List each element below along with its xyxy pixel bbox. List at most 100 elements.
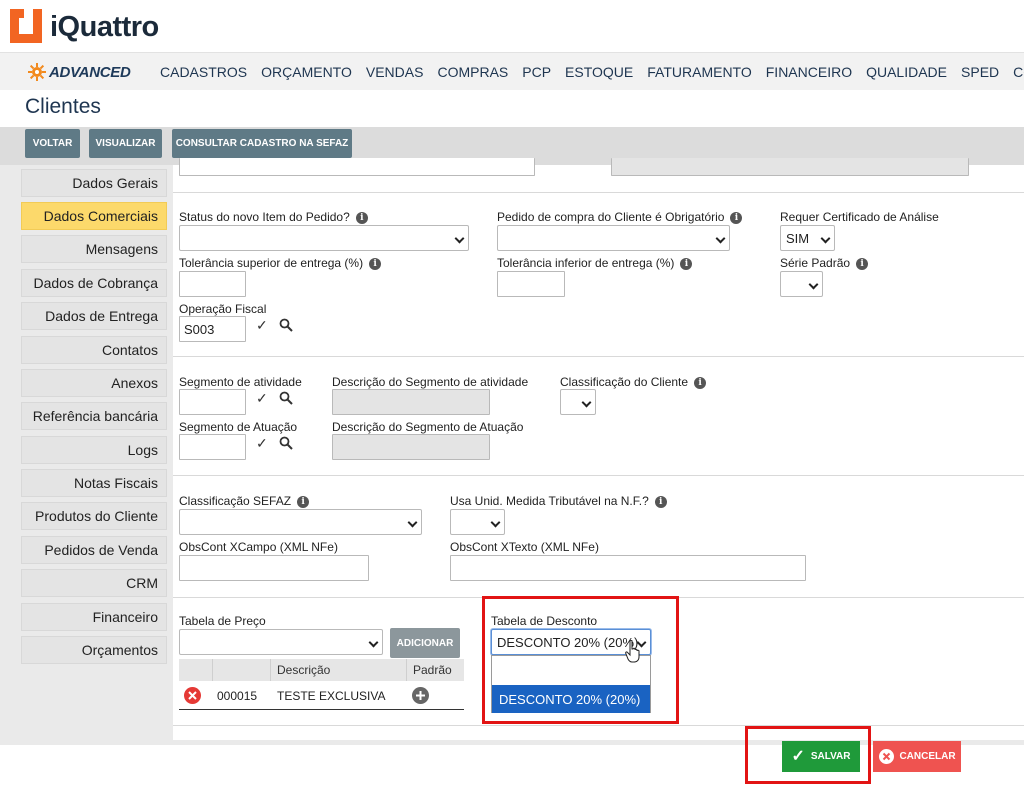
cancel-label: CANCELAR <box>899 751 956 762</box>
table-row: 000015 TESTE EXCLUSIVA <box>179 681 464 710</box>
desc-segmento-label: Descrição do Segmento de atividade <box>332 375 529 389</box>
obs-xtexto-input[interactable] <box>450 555 806 581</box>
classificacao-sefaz-label: Classificação SEFAZ i <box>179 494 310 508</box>
pedido-obrigatorio-select[interactable] <box>497 225 730 251</box>
search-icon[interactable] <box>279 391 293 405</box>
sidebar-item-orcamentos[interactable]: Orçamentos <box>21 636 167 664</box>
info-icon[interactable]: i <box>680 258 693 270</box>
info-icon[interactable]: i <box>730 212 743 224</box>
sidebar-item-dados-gerais[interactable]: Dados Gerais <box>21 169 167 197</box>
nav-faturamento[interactable]: FATURAMENTO <box>647 64 752 80</box>
certificado-select[interactable]: SIM <box>780 225 835 251</box>
sidebar-item-pedidos-venda[interactable]: Pedidos de Venda <box>21 536 167 564</box>
tolerancia-superior-label: Tolerância superior de entrega (%) i <box>179 256 382 270</box>
info-icon[interactable]: i <box>654 496 667 508</box>
unid-tributavel-label: Usa Unid. Medida Tributável na N.F.? i <box>450 494 667 508</box>
sidebar-item-dados-cobranca[interactable]: Dados de Cobrança <box>21 269 167 297</box>
sidebar-item-crm[interactable]: CRM <box>21 569 167 597</box>
info-icon[interactable]: i <box>856 258 869 270</box>
nav-orcamento[interactable]: ORÇAMENTO <box>261 64 352 80</box>
gear-icon <box>28 63 46 81</box>
nav-sped[interactable]: SPED <box>961 64 999 80</box>
serie-padrao-select[interactable] <box>780 271 823 297</box>
nav-conf[interactable]: CONF <box>1013 64 1024 80</box>
sidebar-item-dados-comerciais[interactable]: Dados Comerciais <box>21 202 167 230</box>
nav-qualidade[interactable]: QUALIDADE <box>866 64 947 80</box>
nav-estoque[interactable]: ESTOQUE <box>565 64 633 80</box>
table-header-cell <box>213 659 271 681</box>
sidebar-item-produtos-cliente[interactable]: Produtos do Cliente <box>21 502 167 530</box>
cancel-icon <box>879 749 895 764</box>
tolerancia-inferior-label: Tolerância inferior de entrega (%) i <box>497 256 693 270</box>
nav-compras[interactable]: COMPRAS <box>437 64 508 80</box>
status-item-select[interactable] <box>179 225 469 251</box>
chevron-down-icon <box>407 517 418 528</box>
section-divider <box>173 356 1024 357</box>
view-button[interactable]: VISUALIZAR <box>89 129 162 158</box>
row-description: TESTE EXCLUSIVA <box>277 689 386 703</box>
segmento-atividade-input[interactable] <box>179 389 246 415</box>
info-icon[interactable]: i <box>297 496 310 508</box>
operacao-fiscal-input[interactable]: S003 <box>179 316 246 342</box>
segmento-atuacao-input[interactable] <box>179 434 246 460</box>
tolerancia-inferior-input[interactable] <box>497 271 565 297</box>
section-divider <box>173 475 1024 476</box>
info-icon[interactable]: i <box>694 377 707 389</box>
info-icon[interactable]: i <box>355 212 368 224</box>
cancel-button[interactable]: CANCELAR <box>873 741 961 772</box>
brand-name: iQuattro <box>50 11 159 43</box>
classificacao-cliente-label: Classificação do Cliente i <box>560 375 707 389</box>
scrolled-field-left[interactable] <box>179 158 535 176</box>
info-icon[interactable]: i <box>369 258 382 270</box>
obs-xtexto-label: ObsCont XTexto (XML NFe) <box>450 540 599 554</box>
sidebar-item-logs[interactable]: Logs <box>21 436 167 464</box>
classificacao-sefaz-select[interactable] <box>179 509 422 535</box>
logo-bar: iQuattro <box>0 0 1024 52</box>
page-title: Clientes <box>25 95 101 118</box>
nav-financeiro[interactable]: FINANCEIRO <box>766 64 852 80</box>
sidebar-item-dados-entrega[interactable]: Dados de Entrega <box>21 302 167 330</box>
main-nav: ADVANCED CADASTROS ORÇAMENTO VENDAS COMP… <box>0 52 1024 90</box>
obs-xcampo-input[interactable] <box>179 555 369 581</box>
classificacao-cliente-select[interactable] <box>560 389 596 415</box>
unid-tributavel-select[interactable] <box>450 509 505 535</box>
sidebar-item-financeiro[interactable]: Financeiro <box>21 603 167 631</box>
confirm-check-icon[interactable]: ✓ <box>256 317 268 334</box>
edition-badge: ADVANCED <box>28 63 131 81</box>
delete-icon[interactable] <box>184 687 201 704</box>
serie-padrao-label: Série Padrão i <box>780 256 869 270</box>
section-divider <box>173 192 1024 193</box>
segmento-atuacao-label: Segmento de Atuação <box>179 420 298 434</box>
table-header-cell <box>179 659 213 681</box>
search-icon[interactable] <box>279 436 293 450</box>
nav-menu: CADASTROS ORÇAMENTO VENDAS COMPRAS PCP E… <box>160 64 1024 80</box>
chevron-down-icon <box>581 397 592 408</box>
tabela-preco-select[interactable] <box>179 629 383 655</box>
sefaz-lookup-button[interactable]: CONSULTAR CADASTRO NA SEFAZ <box>172 129 352 158</box>
confirm-check-icon[interactable]: ✓ <box>256 435 268 452</box>
nav-pcp[interactable]: PCP <box>522 64 551 80</box>
table-header-description: Descrição <box>271 659 407 681</box>
sidebar-item-notas-fiscais[interactable]: Notas Fiscais <box>21 469 167 497</box>
tabela-preco-label: Tabela de Preço <box>179 614 266 628</box>
chevron-down-icon <box>490 517 501 528</box>
certificado-label: Requer Certificado de Análise <box>780 210 939 224</box>
sidebar-item-mensagens[interactable]: Mensagens <box>21 235 167 263</box>
search-icon[interactable] <box>279 318 293 332</box>
add-default-icon[interactable] <box>412 687 429 704</box>
sidebar-item-referencia-bancaria[interactable]: Referência bancária <box>21 402 167 430</box>
chevron-down-icon <box>808 279 819 290</box>
confirm-check-icon[interactable]: ✓ <box>256 390 268 407</box>
row-code: 000015 <box>217 689 258 703</box>
operacao-fiscal-label: Operação Fiscal <box>179 302 267 316</box>
nav-vendas[interactable]: VENDAS <box>366 64 424 80</box>
back-button[interactable]: VOLTAR <box>25 129 80 158</box>
tolerancia-superior-input[interactable] <box>179 271 246 297</box>
desc-segmento-input <box>332 389 490 415</box>
nav-cadastros[interactable]: CADASTROS <box>160 64 247 80</box>
table-header-default: Padrão <box>407 659 464 681</box>
add-price-table-button[interactable]: ADICIONAR <box>390 628 460 658</box>
iquattro-logo-icon <box>10 9 42 43</box>
sidebar-item-contatos[interactable]: Contatos <box>21 336 167 364</box>
sidebar-item-anexos[interactable]: Anexos <box>21 369 167 397</box>
